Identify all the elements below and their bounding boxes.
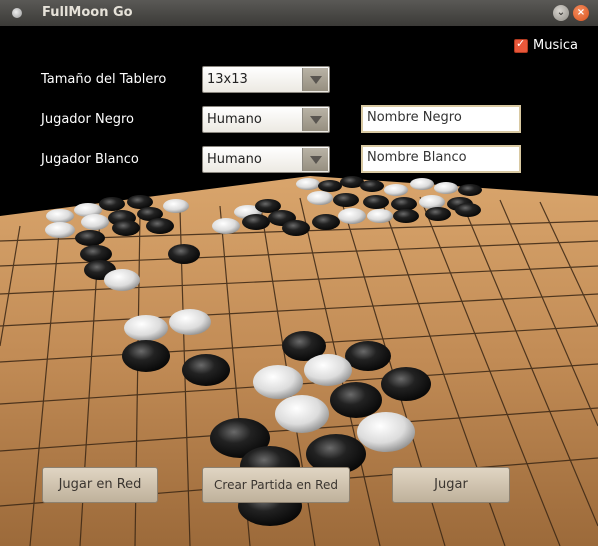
black-player-select[interactable]: Humano <box>202 106 330 133</box>
white-name-field[interactable]: Nombre Blanco <box>361 145 521 173</box>
window-menu-icon[interactable] <box>12 8 22 18</box>
chevron-down-icon[interactable] <box>302 108 328 131</box>
board-size-value: 13x13 <box>207 72 248 87</box>
black-name-field[interactable]: Nombre Negro <box>361 105 521 133</box>
board-size-select[interactable]: 13x13 <box>202 66 330 93</box>
black-player-label: Jugador Negro <box>41 112 134 127</box>
create-network-game-button[interactable]: Crear Partida en Red <box>202 467 350 503</box>
board-size-label: Tamaño del Tablero <box>41 72 167 87</box>
close-icon[interactable]: × <box>573 5 589 21</box>
white-player-label: Jugador Blanco <box>41 152 139 167</box>
white-player-select[interactable]: Humano <box>202 146 330 173</box>
white-player-value: Humano <box>207 152 262 167</box>
window-title: FullMoon Go <box>42 5 133 20</box>
chevron-down-icon[interactable] <box>302 68 328 91</box>
chevron-down-icon[interactable] <box>302 148 328 171</box>
board-background-image: Musica Tamaño del Tablero 13x13 Jugador … <box>0 26 598 546</box>
play-button[interactable]: Jugar <box>392 467 510 503</box>
music-label[interactable]: Musica <box>533 38 578 53</box>
play-network-button[interactable]: Jugar en Red <box>42 467 158 503</box>
music-checkbox[interactable] <box>514 37 528 53</box>
minimize-icon[interactable]: ⌄ <box>553 5 569 21</box>
black-player-value: Humano <box>207 112 262 127</box>
window-titlebar: FullMoon Go ⌄ × <box>0 0 598 27</box>
